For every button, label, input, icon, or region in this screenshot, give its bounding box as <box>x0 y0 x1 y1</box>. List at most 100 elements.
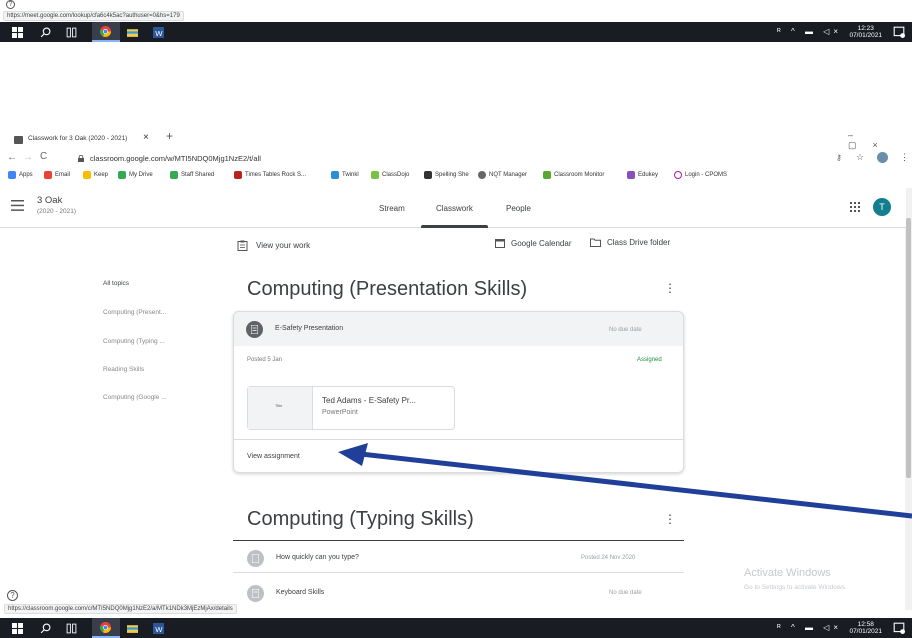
view-assignment-button[interactable]: View assignment <box>247 453 300 460</box>
word-icon[interactable]: W <box>153 27 164 38</box>
search-icon[interactable] <box>40 27 51 38</box>
bottom-clock-time: 12:58 <box>857 621 874 628</box>
twinkl-icon <box>331 171 339 179</box>
notification-icon[interactable] <box>893 26 905 38</box>
bookmark-label: Spelling She <box>435 172 469 178</box>
windows-start-icon[interactable] <box>12 27 23 38</box>
profile-avatar[interactable] <box>877 152 888 163</box>
page-scrollbar[interactable] <box>905 188 912 610</box>
assignment-icon <box>247 585 264 602</box>
bookmark-label: NQT Manager <box>489 172 527 178</box>
bookmark-keep[interactable]: Keep <box>83 171 108 179</box>
bookmark-times-tables[interactable]: Times Tables Rock S... <box>234 171 306 179</box>
search-icon[interactable] <box>40 623 51 634</box>
list-item[interactable]: Keyboard Skills No due date <box>233 578 684 608</box>
task-view-icon[interactable] <box>66 27 77 38</box>
notification-icon[interactable] <box>893 622 905 634</box>
bookmark-label: My Drive <box>129 172 153 178</box>
assignment-status: Assigned <box>637 357 662 363</box>
help-icon[interactable]: ? <box>7 590 18 601</box>
posted-date: Posted 5 Jan <box>247 357 283 363</box>
view-your-work-button[interactable]: View your work <box>237 240 310 251</box>
address-bar[interactable]: classroom.google.com/w/MTI5NDQ0Mjg1NzE2/… <box>90 154 261 163</box>
class-name[interactable]: 3 Oak <box>37 195 62 206</box>
item-title[interactable]: Keyboard Skills <box>276 589 324 596</box>
list-item[interactable]: How quickly can you type? Posted 24 Nov … <box>233 543 684 573</box>
chrome-taskbar-slot[interactable] <box>92 22 120 42</box>
bookmark-edukey[interactable]: Edukey <box>627 171 658 179</box>
topic-all[interactable]: All topics <box>103 280 129 287</box>
key-icon[interactable]: ⚷ <box>836 153 842 162</box>
chrome-icon <box>100 26 111 37</box>
assignment-header[interactable]: E-Safety Presentation No due date <box>234 312 683 346</box>
bookmark-email[interactable]: Email <box>44 171 70 179</box>
browser-chrome: Classwork for 3 Oak (2020 - 2021) × + –▢… <box>0 127 912 197</box>
bookmark-my-drive[interactable]: My Drive <box>118 171 153 179</box>
edukey-icon <box>627 171 635 179</box>
activate-windows-title: Activate Windows <box>744 567 831 579</box>
user-avatar[interactable]: T <box>873 198 891 216</box>
apps-grid-icon[interactable] <box>850 202 860 212</box>
bookmark-nqt-manager[interactable]: NQT Manager <box>478 171 527 179</box>
bookmark-classroom-monitor[interactable]: Classroom Monitor <box>543 171 604 179</box>
system-tray-icons[interactable]: ᴿ ^ ▬ ◁× <box>777 27 842 36</box>
bottom-status-url: https://classroom.google.com/c/MTI5NDQ0M… <box>4 604 237 614</box>
tab-classwork[interactable]: Classwork <box>436 204 473 213</box>
hamburger-menu-icon[interactable] <box>11 200 24 211</box>
bottom-taskbar-clock[interactable]: 12:58 07/01/2021 <box>849 621 882 635</box>
menu-icon[interactable]: ⋮ <box>900 152 909 163</box>
lock-icon[interactable] <box>78 155 84 162</box>
forward-icon[interactable]: → <box>23 152 33 163</box>
topic-computing-google[interactable]: Computing (Google ... <box>103 394 167 401</box>
bookmark-twinkl[interactable]: Twinkl <box>331 171 359 179</box>
top-taskbar-clock[interactable]: 12:23 07/01/2021 <box>849 25 882 39</box>
item-title[interactable]: How quickly can you type? <box>276 554 359 561</box>
word-icon[interactable]: W <box>153 623 164 634</box>
attachment-chip[interactable]: Title Ted Adams - E-Safety Pr... PowerPo… <box>247 386 455 430</box>
tab-title: Classwork for 3 Oak (2020 - 2021) <box>28 135 128 142</box>
calendar-icon <box>495 239 505 248</box>
windows-start-icon[interactable] <box>12 623 23 634</box>
assignment-title[interactable]: E-Safety Presentation <box>275 325 343 332</box>
bookmarks-bar: Apps Email Keep My Drive Staff Shared Ti… <box>0 168 912 184</box>
file-explorer-icon[interactable] <box>127 27 138 38</box>
tab-stream[interactable]: Stream <box>379 204 405 213</box>
assignment-icon <box>246 321 263 338</box>
topic-computing-presentation[interactable]: Computing (Present... <box>103 309 166 316</box>
classroom-header: 3 Oak (2020 - 2021) Stream Classwork Peo… <box>0 188 906 228</box>
new-tab-icon[interactable]: + <box>166 129 173 143</box>
file-explorer-icon[interactable] <box>127 623 138 634</box>
star-icon[interactable]: ☆ <box>856 152 864 163</box>
drive-icon <box>118 171 126 179</box>
reload-icon[interactable]: C <box>40 151 47 162</box>
chrome-icon <box>100 622 111 633</box>
topic-computing-typing[interactable]: Computing (Typing ... <box>103 338 165 345</box>
scrollbar-thumb[interactable] <box>906 218 911 478</box>
tab-close-icon[interactable]: × <box>143 132 149 143</box>
window-controls[interactable]: –▢× <box>848 130 912 151</box>
bookmark-spelling[interactable]: Spelling She <box>424 171 469 179</box>
clipboard-icon <box>237 240 248 251</box>
class-year: (2020 - 2021) <box>37 208 77 215</box>
bookmark-staff-shared[interactable]: Staff Shared <box>170 171 214 179</box>
browser-tab[interactable]: Classwork for 3 Oak (2020 - 2021) × <box>8 129 160 149</box>
bookmark-label: Classroom Monitor <box>554 172 605 178</box>
back-icon[interactable]: ← <box>7 152 17 163</box>
chrome-taskbar-slot[interactable] <box>92 618 120 638</box>
view-your-work-label: View your work <box>256 241 311 250</box>
bookmark-cpoms[interactable]: Login - CPOMS <box>674 171 727 179</box>
more-options-icon[interactable]: ⋮ <box>664 281 676 295</box>
system-tray-icons[interactable]: ᴿ ^ ▬ ◁× <box>777 623 842 632</box>
bookmark-classdojo[interactable]: ClassDojo <box>371 171 409 179</box>
task-view-icon[interactable] <box>66 623 77 634</box>
bookmark-apps[interactable]: Apps <box>8 171 33 179</box>
topic-reading-skills[interactable]: Reading Skills <box>103 366 144 373</box>
active-tab-indicator <box>421 225 488 228</box>
class-drive-folder-button[interactable]: Class Drive folder <box>590 238 670 247</box>
help-icon[interactable]: ? <box>6 0 15 9</box>
bookmark-label: Email <box>55 172 71 178</box>
class-drive-folder-label: Class Drive folder <box>607 238 671 247</box>
tab-people[interactable]: People <box>506 204 531 213</box>
google-calendar-button[interactable]: Google Calendar <box>495 238 571 248</box>
bookmark-label: Apps <box>19 172 33 178</box>
